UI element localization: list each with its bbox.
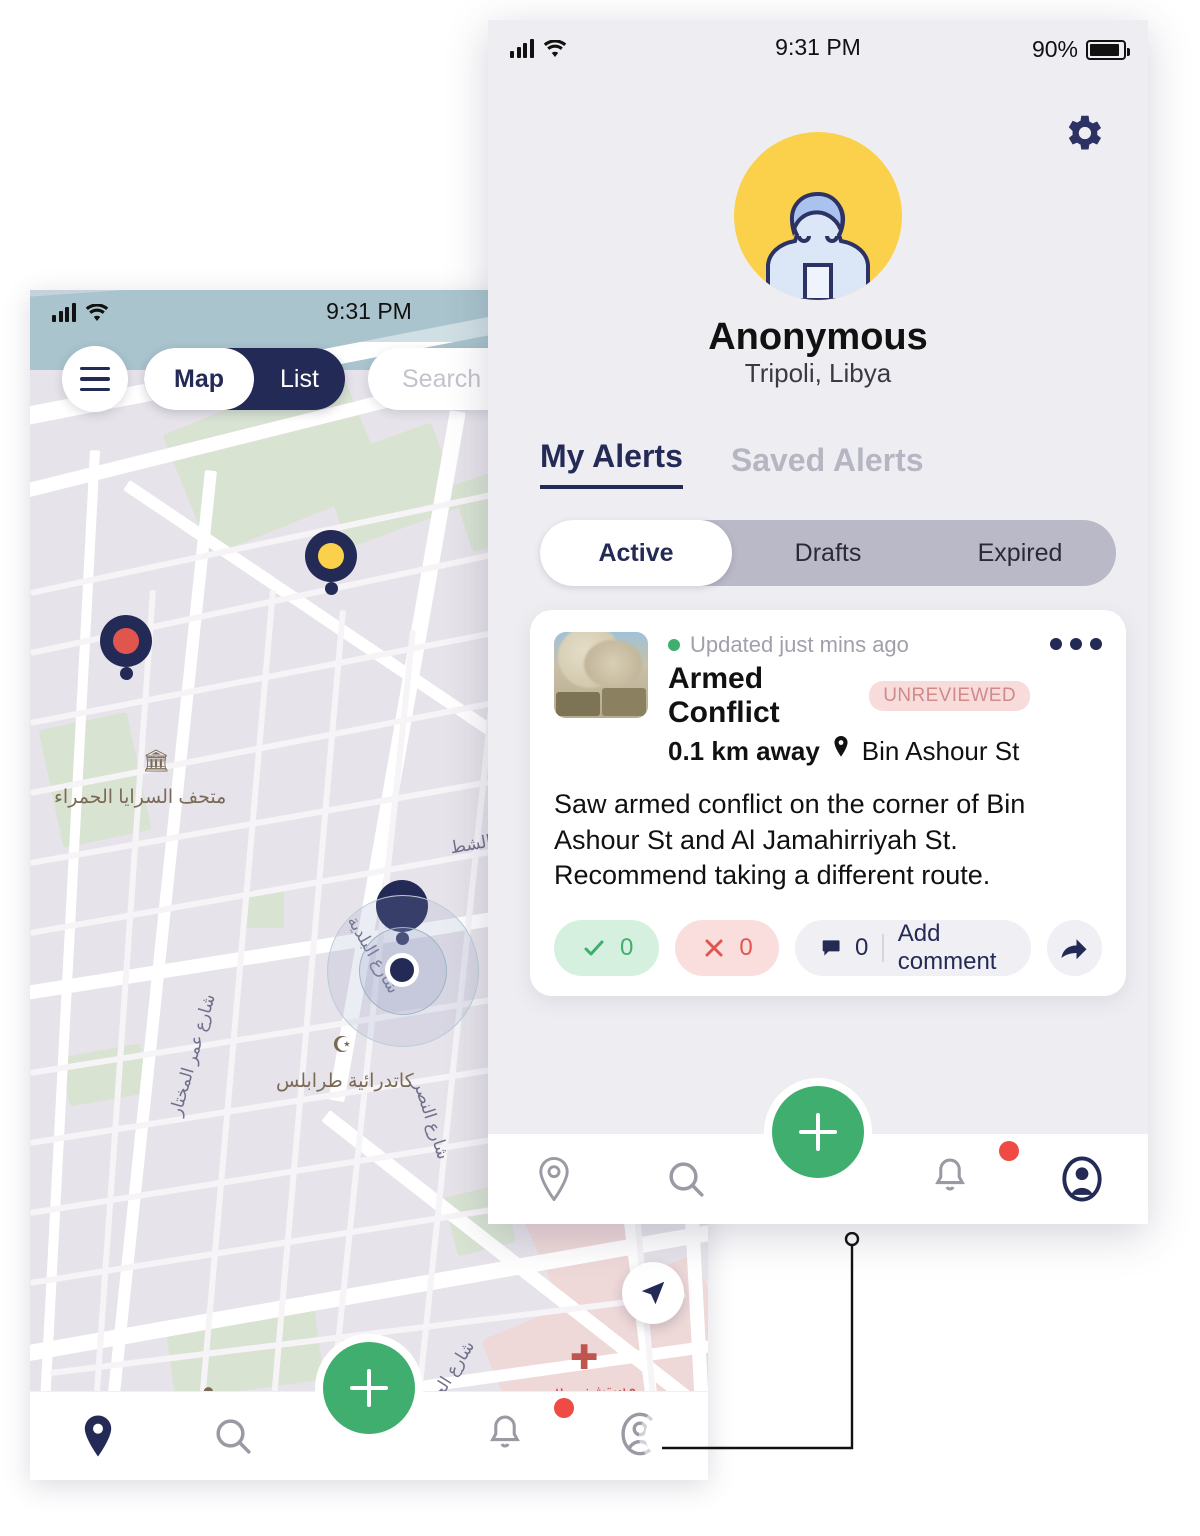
alert-body-text: Saw armed conflict on the corner of Bin … bbox=[554, 789, 1026, 891]
notifications-tab[interactable] bbox=[465, 1397, 574, 1471]
alert-marker-yellow-stem bbox=[325, 582, 338, 595]
status-right: 90% bbox=[1031, 36, 1130, 63]
page-title: Anonymous bbox=[708, 316, 928, 358]
tab-saved-alerts[interactable]: Saved Alerts bbox=[731, 442, 924, 489]
user-location-text: Tripoli, Libya bbox=[744, 358, 892, 388]
status-dot bbox=[668, 639, 680, 651]
alert-title-row: Armed Conflict UNREVIEWED bbox=[668, 662, 1030, 730]
close-icon bbox=[705, 939, 723, 957]
comment-label: Add comment bbox=[897, 919, 997, 975]
museum-icon: 🏛 bbox=[142, 748, 170, 773]
downvote-count: 0 bbox=[739, 933, 753, 961]
upvote-button[interactable]: 0 bbox=[554, 919, 660, 976]
alert-meta-row: 0.1 km away Bin Ashour St bbox=[668, 736, 1030, 767]
conflict-photo-thumbnail[interactable] bbox=[554, 632, 648, 718]
alert-marker-red[interactable] bbox=[100, 615, 152, 667]
anonymous-avatar-icon[interactable] bbox=[734, 132, 902, 300]
segment-drafts[interactable]: Drafts bbox=[732, 520, 924, 586]
thumbnail-vehicle-2 bbox=[602, 688, 646, 716]
upvote-count: 0 bbox=[620, 933, 634, 961]
hospital-cross-icon: ✚ bbox=[570, 1339, 599, 1377]
more-options-icon[interactable] bbox=[1050, 632, 1102, 650]
status-badge: UNREVIEWED bbox=[869, 681, 1030, 711]
alert-street: Bin Ashour St bbox=[861, 736, 1020, 766]
list-view-option[interactable]: List bbox=[254, 348, 345, 410]
location-pin-icon bbox=[832, 736, 850, 767]
alerts-tabs: My Alerts Saved Alerts bbox=[540, 438, 924, 489]
profile-tab[interactable] bbox=[1042, 1144, 1122, 1214]
create-alert-button[interactable] bbox=[772, 1086, 864, 1178]
share-arrow-icon[interactable] bbox=[1046, 919, 1102, 976]
alerts-status-segment: Active Drafts Expired bbox=[540, 520, 1116, 586]
alert-marker-red-stem bbox=[120, 667, 133, 680]
search-tab[interactable] bbox=[193, 1401, 273, 1471]
search-tab[interactable] bbox=[646, 1144, 726, 1214]
user-location-dot bbox=[385, 953, 419, 987]
comment-divider bbox=[882, 933, 884, 962]
profile-phone-screen: 9:31 PM 90% Anonymous Tripoli, Libya My … bbox=[488, 20, 1148, 1224]
mosque-icon: ☪ bbox=[332, 1032, 352, 1057]
callout-connector bbox=[660, 1231, 880, 1452]
notification-badge bbox=[999, 1140, 1019, 1161]
alert-actions-row: 0 0 0 Add comment bbox=[554, 919, 1102, 976]
thumbnail-smoke-2 bbox=[584, 640, 642, 688]
map-list-toggle[interactable]: Map List bbox=[144, 348, 345, 410]
alert-marker-yellow[interactable] bbox=[305, 530, 357, 582]
segment-active[interactable]: Active bbox=[540, 520, 732, 586]
hamburger-menu-icon[interactable] bbox=[62, 346, 128, 412]
add-comment-button[interactable]: 0 Add comment bbox=[794, 919, 1031, 976]
alert-updated-text: Updated just mins ago bbox=[690, 632, 909, 657]
alert-title: Armed Conflict bbox=[668, 662, 780, 729]
check-icon bbox=[584, 940, 604, 956]
gear-icon[interactable] bbox=[1060, 110, 1106, 161]
create-alert-fab-notch bbox=[764, 1078, 872, 1186]
notifications-tab[interactable] bbox=[910, 1140, 1019, 1214]
create-alert-fab-notch bbox=[315, 1334, 423, 1442]
map-tab[interactable] bbox=[58, 1401, 138, 1471]
map-label-museum: متحف السرايا الحمراء bbox=[54, 787, 227, 808]
notification-badge bbox=[553, 1397, 574, 1418]
create-alert-button[interactable] bbox=[323, 1342, 415, 1434]
downvote-button[interactable]: 0 bbox=[675, 919, 779, 976]
comment-icon bbox=[822, 940, 840, 956]
map-tab[interactable] bbox=[514, 1144, 594, 1214]
battery-icon bbox=[1086, 39, 1130, 60]
thumbnail-vehicle bbox=[556, 692, 600, 716]
segment-expired[interactable]: Expired bbox=[924, 520, 1116, 586]
tab-my-alerts[interactable]: My Alerts bbox=[540, 438, 683, 489]
alert-card-header: Updated just mins ago Armed Conflict UNR… bbox=[554, 632, 1102, 767]
alert-updated-row: Updated just mins ago bbox=[668, 632, 1030, 658]
battery-percent: 90% bbox=[1031, 36, 1078, 62]
comment-count: 0 bbox=[854, 933, 869, 961]
status-bar: 9:31 PM 90% bbox=[488, 20, 1148, 84]
map-label-cathedral: كاتدرائية طرابلس bbox=[276, 1071, 414, 1092]
alert-card[interactable]: Updated just mins ago Armed Conflict UNR… bbox=[530, 610, 1126, 996]
map-view-option[interactable]: Map bbox=[144, 348, 254, 410]
alert-distance: 0.1 km away bbox=[668, 736, 820, 766]
